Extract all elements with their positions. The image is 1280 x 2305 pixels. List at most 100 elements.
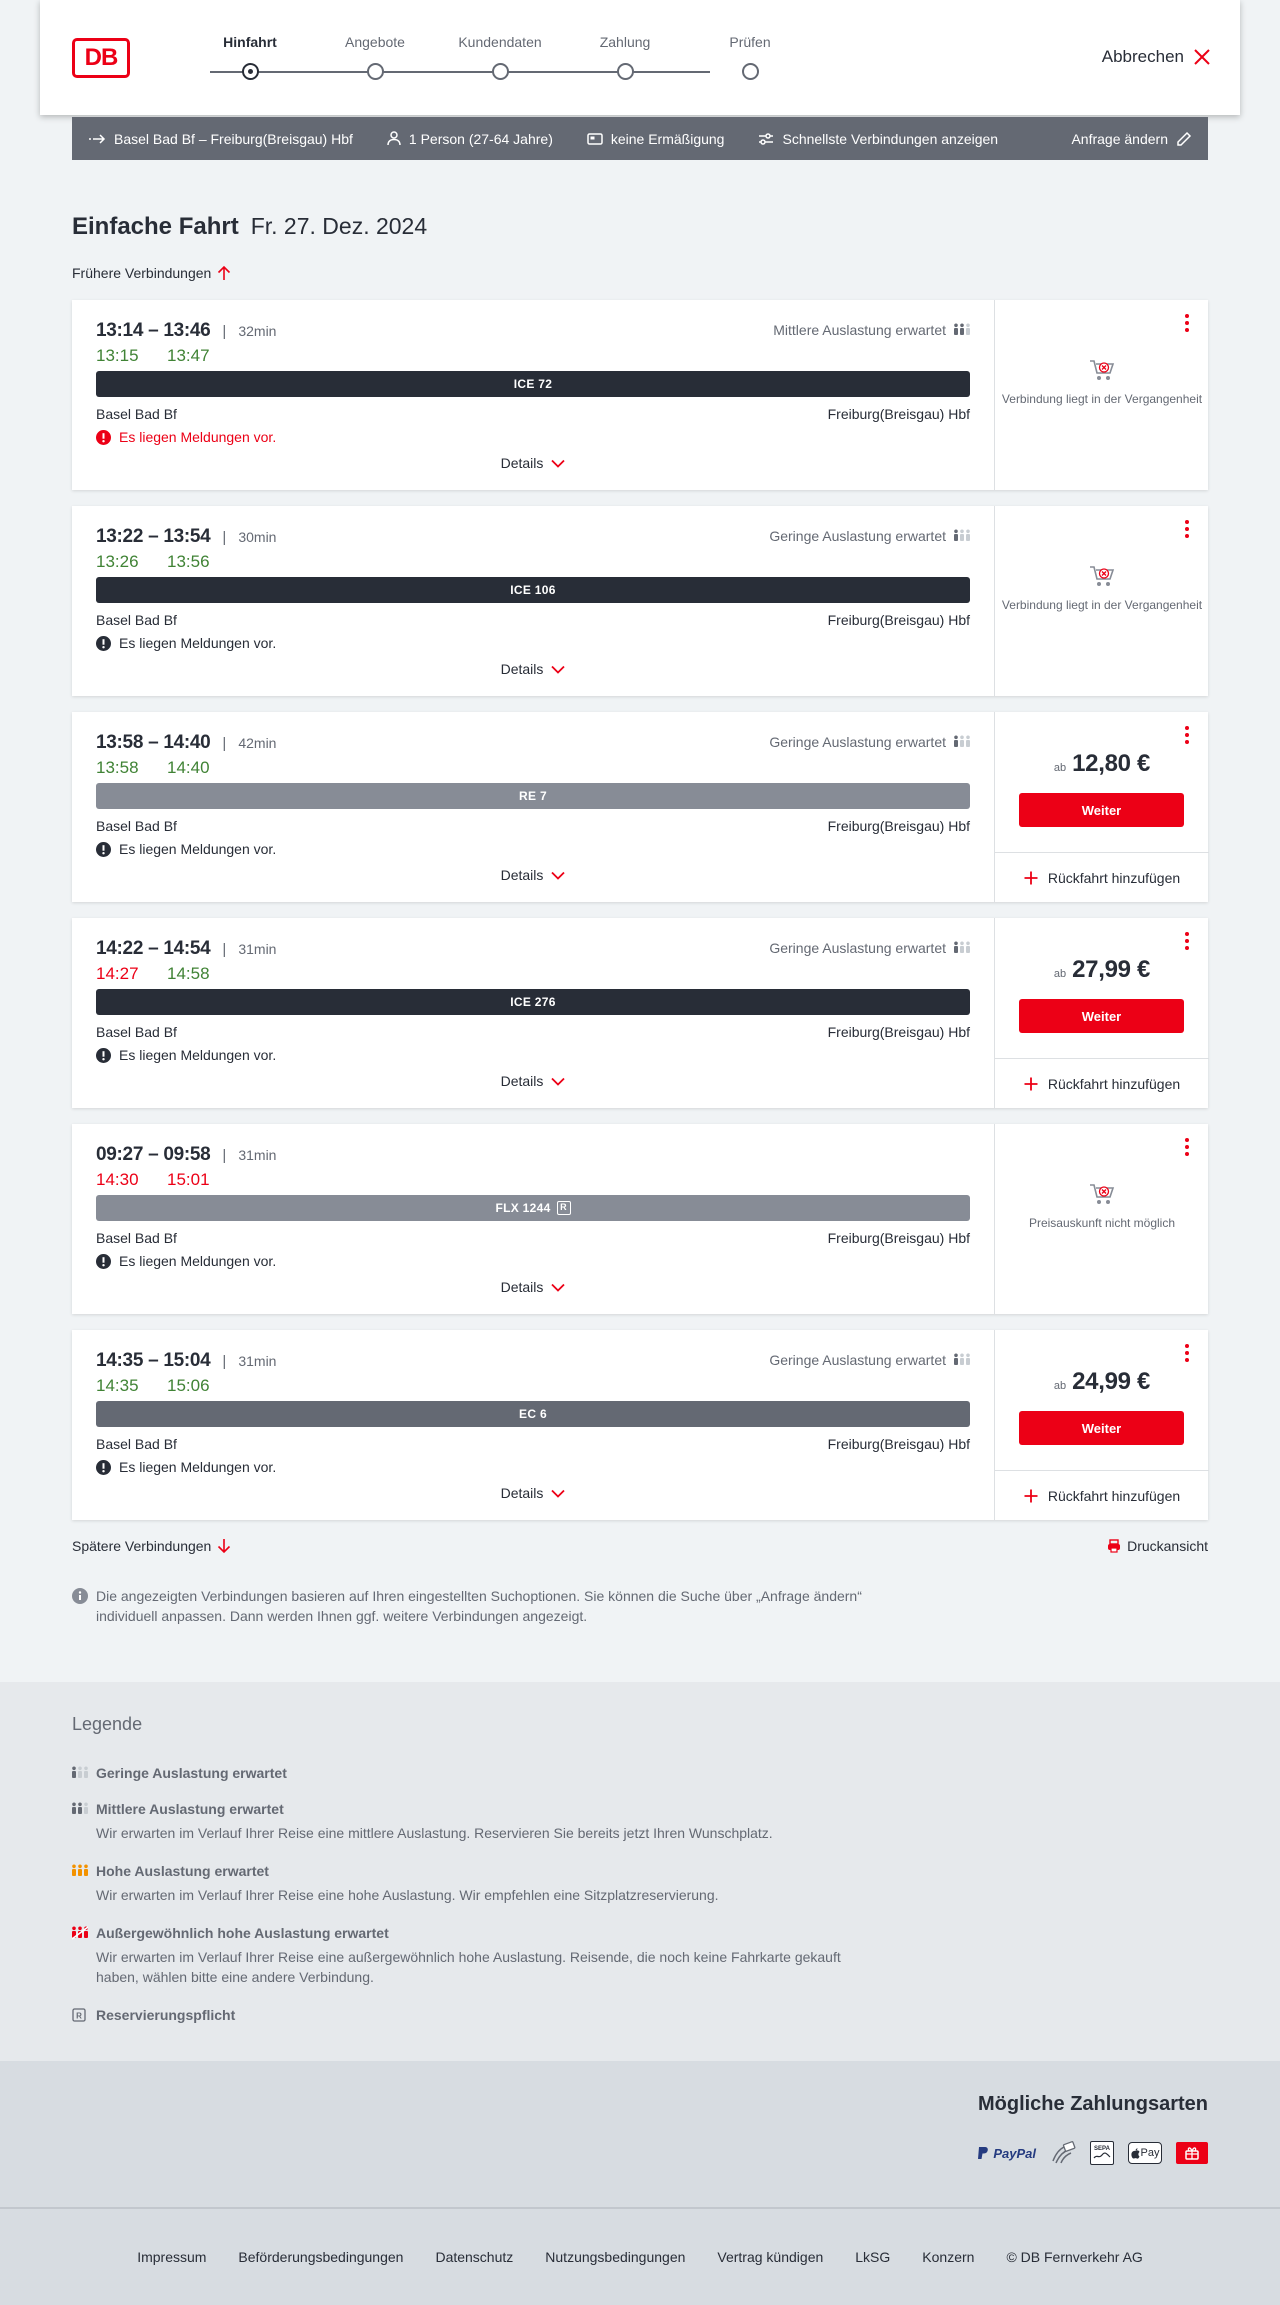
legend-item: R Reservierungspflicht [72, 2007, 1208, 2023]
connection-times: 14:35 – 15:04 | 31min [96, 1350, 276, 1372]
message-notice[interactable]: Es liegen Meldungen vor. [96, 429, 276, 445]
add-return-button[interactable]: Rückfahrt hinzufügen [995, 1058, 1209, 1108]
add-return-button[interactable]: Rückfahrt hinzufügen [995, 1470, 1209, 1520]
earlier-connections-link[interactable]: Frühere Verbindungen [72, 265, 1208, 281]
train-bar[interactable]: ICE 276 [96, 989, 970, 1015]
details-toggle[interactable]: Details [72, 867, 994, 883]
search-persons-label: 1 Person (27-64 Jahre) [408, 130, 553, 147]
occupancy-info[interactable]: Mittlere Auslastung erwartet [773, 322, 970, 338]
connection-main[interactable]: 09:27 – 09:58 | 31min 14:30 15:01 FLX 1244 R Ba… [72, 1124, 994, 1314]
later-connections-link[interactable]: Spätere Verbindungen [72, 1538, 231, 1554]
more-options-icon[interactable] [1180, 312, 1194, 334]
connection-main[interactable]: 13:14 – 13:46 | 32min 13:15 13:47 Mittlere Au… [72, 300, 994, 490]
realtime-departure: 14:30 [96, 1170, 139, 1189]
legend-item-description: Wir erwarten im Verlauf Ihrer Reise eine… [96, 1825, 773, 1841]
weiter-button[interactable]: Weiter [1019, 793, 1184, 827]
cancel-button[interactable]: Abbrechen [1102, 47, 1210, 67]
message-notice[interactable]: Es liegen Meldungen vor. [96, 635, 276, 651]
connection-main[interactable]: 13:22 – 13:54 | 30min 13:26 13:56 Geringe Aus… [72, 506, 994, 696]
details-toggle[interactable]: Details [72, 455, 994, 471]
later-row: Spätere Verbindungen Druckansicht [72, 1538, 1208, 1554]
times-separator: | [222, 940, 227, 958]
occupancy-info[interactable]: Geringe Auslastung erwartet [769, 1352, 970, 1368]
search-fastest-label: Schnellste Verbindungen anzeigen [782, 130, 999, 147]
connection-main[interactable]: 14:22 – 14:54 | 31min 14:27 14:58 Geringe Aus… [72, 918, 994, 1108]
more-options-icon[interactable] [1180, 518, 1194, 540]
footer-link-nutzungsbedingungen[interactable]: Nutzungsbedingungen [545, 2249, 685, 2265]
plus-icon [1024, 871, 1038, 885]
planned-times: 13:14 – 13:46 [96, 320, 211, 341]
train-bar[interactable]: ICE 106 [96, 577, 970, 603]
close-icon [1194, 49, 1210, 65]
footer-link-lksg[interactable]: LkSG [855, 2249, 890, 2265]
more-options-icon[interactable] [1180, 1342, 1194, 1364]
realtime-arrival: 13:47 [167, 346, 210, 365]
price-prefix: ab [1053, 1380, 1067, 1392]
plus-icon [1024, 1077, 1038, 1091]
paypal-label: PayPal [993, 2145, 1036, 2161]
legend-item-head: R Reservierungspflicht [72, 2007, 1208, 2023]
message-notice[interactable]: Es liegen Meldungen vor. [96, 1047, 276, 1063]
duration: 42min [238, 735, 277, 751]
connection-main[interactable]: 14:35 – 15:04 | 31min 14:35 15:06 Geringe Aus… [72, 1330, 994, 1520]
occupancy-info[interactable]: Geringe Auslastung erwartet [769, 528, 970, 544]
weiter-button[interactable]: Weiter [1019, 1411, 1184, 1445]
footer-link-datenschutz[interactable]: Datenschutz [435, 2249, 513, 2265]
footer-link-bef-rderungsbedingungen[interactable]: Beförderungsbedingungen [238, 2249, 403, 2265]
footer-link-vertrag-k-ndigen[interactable]: Vertrag kündigen [717, 2249, 823, 2265]
cancel-label: Abbrechen [1101, 47, 1184, 66]
legend-item-title: Außergewöhnlich hohe Auslastung erwartet [96, 1925, 389, 1941]
connection-times: 13:58 – 14:40 | 42min [96, 732, 276, 754]
occupancy-info[interactable]: Geringe Auslastung erwartet [769, 734, 970, 750]
search-route[interactable]: Basel Bad Bf – Freiburg(Breisgau) Hbf [88, 131, 353, 147]
train-bar[interactable]: EC 6 [96, 1401, 970, 1427]
add-return-button[interactable]: Rückfahrt hinzufügen [995, 852, 1209, 902]
chevron-down-icon [551, 1283, 566, 1292]
filter-sliders-icon [759, 132, 774, 145]
price: ab 27,99 € [995, 956, 1209, 984]
more-options-icon[interactable] [1180, 930, 1194, 952]
step-dot-hinfahrt[interactable] [242, 63, 259, 80]
header: DB Hinfahrt Angebote Kundendaten Zahlung… [40, 0, 1240, 115]
more-options-icon[interactable] [1180, 1136, 1194, 1158]
train-bar[interactable]: FLX 1244 R [96, 1195, 970, 1221]
message-notice[interactable]: Es liegen Meldungen vor. [96, 1459, 276, 1475]
svg-text:R: R [76, 2012, 82, 2021]
details-toggle[interactable]: Details [72, 1485, 994, 1501]
paypal-icon: PayPal [977, 2142, 1036, 2164]
connection-main[interactable]: 13:58 – 14:40 | 42min 13:58 14:40 Geringe Aus… [72, 712, 994, 902]
more-options-icon[interactable] [1180, 724, 1194, 746]
print-view-link[interactable]: Druckansicht [1107, 1538, 1208, 1554]
add-return-label: Rückfahrt hinzufügen [1047, 1487, 1181, 1504]
footer-link-konzern[interactable]: Konzern [922, 2249, 974, 2265]
train-bar[interactable]: RE 7 [96, 783, 970, 809]
step-kundendaten: Kundendaten [458, 34, 542, 50]
search-persons[interactable]: 1 Person (27-64 Jahre) [387, 131, 553, 147]
search-discount-label: keine Ermäßigung [610, 130, 725, 147]
message-notice[interactable]: Es liegen Meldungen vor. [96, 841, 276, 857]
occupancy-info[interactable]: Geringe Auslastung erwartet [769, 940, 970, 956]
origin-station: Basel Bad Bf [96, 406, 177, 422]
search-discount[interactable]: keine Ermäßigung [587, 130, 725, 147]
connection-card: 13:22 – 13:54 | 30min 13:26 13:56 Geringe Aus… [72, 506, 1208, 696]
details-toggle[interactable]: Details [72, 1279, 994, 1295]
message-notice[interactable]: Es liegen Meldungen vor. [96, 1253, 276, 1269]
train-name: ICE 72 [513, 377, 553, 391]
bahncard-icon [587, 132, 603, 145]
db-logo[interactable]: DB [72, 38, 130, 78]
details-toggle[interactable]: Details [72, 661, 994, 677]
details-toggle[interactable]: Details [72, 1073, 994, 1089]
step-dot-zahlung [617, 63, 634, 80]
search-fastest[interactable]: Schnellste Verbindungen anzeigen [758, 131, 998, 147]
weiter-button[interactable]: Weiter [1019, 999, 1184, 1033]
train-bar[interactable]: ICE 72 [96, 371, 970, 397]
footer-link-impressum[interactable]: Impressum [137, 2249, 206, 2265]
legend-item-description: Wir erwarten im Verlauf Ihrer Reise eine… [96, 1949, 841, 1985]
chevron-down-icon [551, 459, 566, 468]
alert-icon [96, 1253, 111, 1269]
change-request-button[interactable]: Anfrage ändern [1071, 117, 1192, 160]
times-separator: | [222, 1352, 227, 1370]
no-price-notice: Preisauskunft nicht möglich [995, 1182, 1209, 1231]
creditcard-icon [1050, 2141, 1076, 2164]
occupancy-label: Mittlere Auslastung erwartet [773, 322, 946, 338]
